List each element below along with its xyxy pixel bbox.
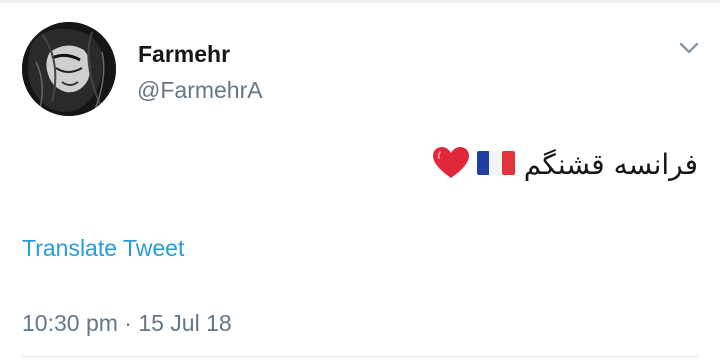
translate-tweet-link[interactable]: Translate Tweet	[22, 234, 184, 262]
user-handle[interactable]: @FarmehrA	[137, 76, 263, 104]
bottom-divider	[22, 356, 698, 357]
red-heart-icon	[432, 146, 470, 185]
display-name[interactable]: Farmehr	[138, 40, 230, 68]
french-flag-icon	[476, 149, 516, 182]
tweet-timestamp[interactable]: 10:30 pm · 15 Jul 18	[22, 309, 232, 337]
top-edge-divider	[0, 0, 720, 3]
avatar[interactable]	[22, 22, 116, 116]
tweet-body: فرانسه قشنگم	[432, 144, 698, 186]
tweet-text: فرانسه قشنگم	[523, 148, 698, 181]
tweet-card: Farmehr @FarmehrA فرانسه قشنگم Translate…	[0, 0, 720, 361]
chevron-down-icon[interactable]	[676, 38, 702, 58]
